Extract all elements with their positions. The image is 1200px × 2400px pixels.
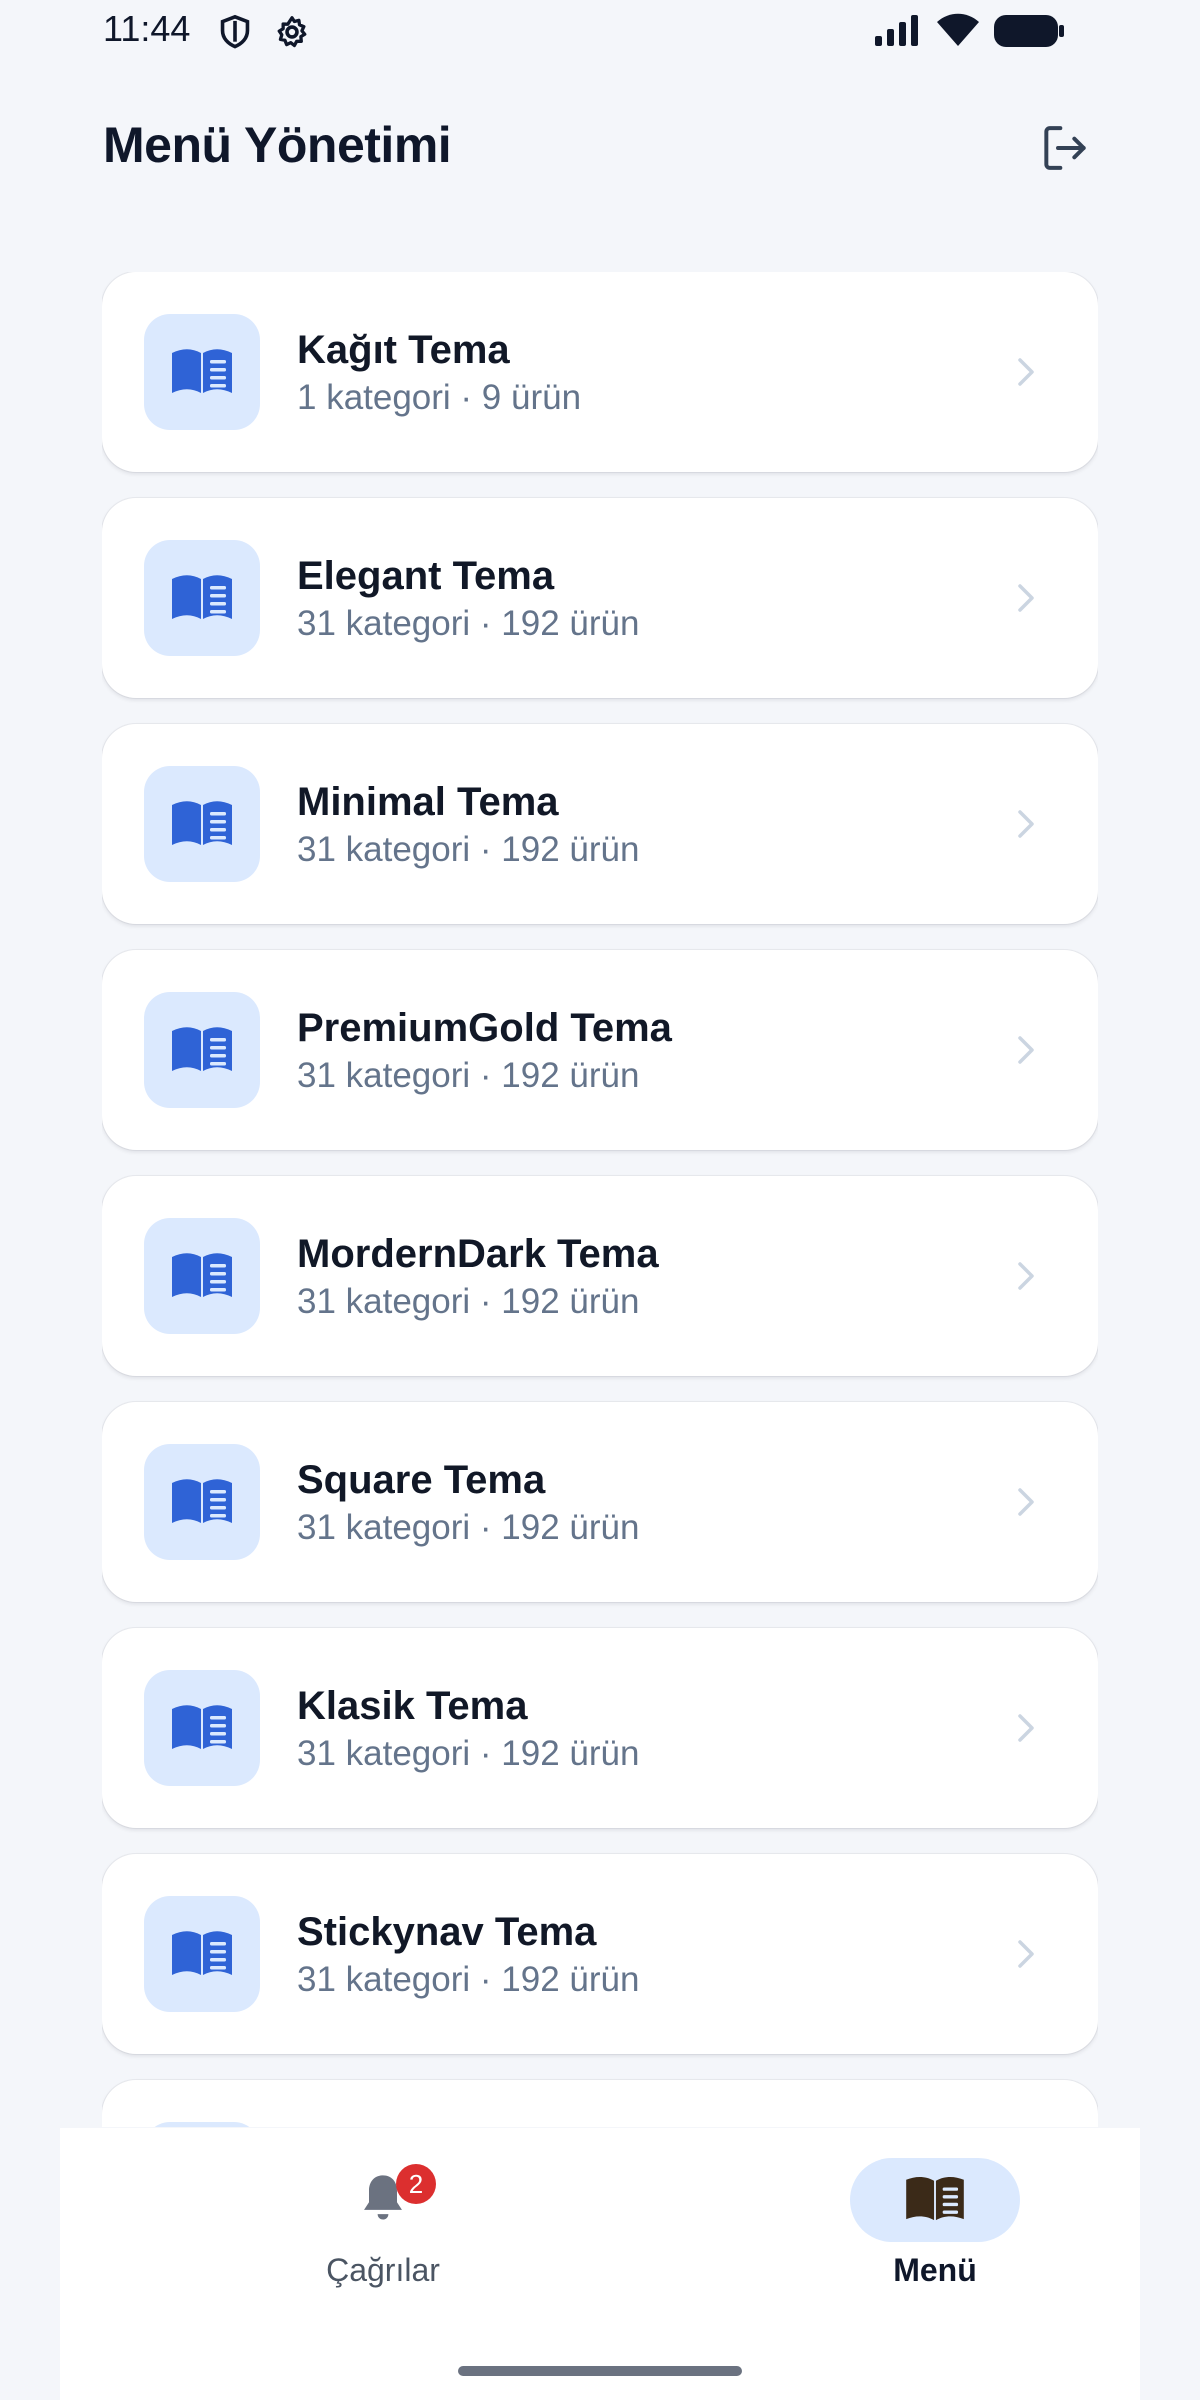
menu-card[interactable]: MordernDark Tema 31 kategori · 192 ürün: [102, 1176, 1098, 1376]
battery-icon: [993, 14, 1065, 48]
menu-card-subtitle: 31 kategori · 192 ürün: [297, 604, 640, 643]
chevron-right-icon: [1014, 580, 1038, 621]
menu-card[interactable]: Stickynav Tema 31 kategori · 192 ürün: [102, 1854, 1098, 2054]
menu-card[interactable]: Elegant Tema 31 kategori · 192 ürün: [102, 498, 1098, 698]
nav-icon-wrap: 2: [298, 2158, 468, 2242]
page-title: Menü Yönetimi: [103, 117, 452, 173]
logout-button[interactable]: [1035, 120, 1095, 180]
menu-card[interactable]: Square Tema 31 kategori · 192 ürün: [102, 1402, 1098, 1602]
menu-card[interactable]: [102, 2080, 1098, 2127]
book-icon: [170, 1249, 234, 1304]
chevron-right-icon: [1014, 1032, 1038, 1073]
gear-icon: [274, 14, 310, 50]
book-icon: [170, 1475, 234, 1530]
menu-card-title: PremiumGold Tema: [297, 1006, 672, 1050]
book-icon: [170, 1023, 234, 1078]
menu-list[interactable]: Kağıt Tema 1 kategori · 9 ürün Elegant T…: [102, 272, 1098, 2127]
menu-card-title: Elegant Tema: [297, 554, 555, 598]
home-indicator[interactable]: [458, 2366, 742, 2376]
chevron-right-icon: [1014, 1484, 1038, 1525]
status-bar: 11:44: [0, 0, 1200, 62]
menu-card-subtitle: 31 kategori · 192 ürün: [297, 1960, 640, 1999]
menu-card-title: Stickynav Tema: [297, 1910, 597, 1954]
nav-label-menu: Menü: [893, 2252, 977, 2288]
menu-card-subtitle: 31 kategori · 192 ürün: [297, 1508, 640, 1547]
book-icon-box: [144, 992, 260, 1108]
notification-badge: 2: [396, 2164, 436, 2204]
book-icon-box: [144, 1670, 260, 1786]
book-icon-box: [144, 1444, 260, 1560]
wifi-icon: [935, 12, 981, 48]
menu-book-icon: [904, 2174, 966, 2227]
menu-card-title: MordernDark Tema: [297, 1232, 659, 1276]
book-icon: [170, 1927, 234, 1982]
menu-card[interactable]: Kağıt Tema 1 kategori · 9 ürün: [102, 272, 1098, 472]
menu-card-title: Minimal Tema: [297, 780, 559, 824]
book-icon: [170, 1701, 234, 1756]
nav-item-menu[interactable]: Menü: [785, 2158, 1085, 2298]
menu-card-subtitle: 31 kategori · 192 ürün: [297, 830, 640, 869]
nav-icon-wrap-active: [850, 2158, 1020, 2242]
book-icon: [170, 571, 234, 626]
menu-card-subtitle: 31 kategori · 192 ürün: [297, 1056, 640, 1095]
book-icon-box: [144, 314, 260, 430]
menu-card-subtitle: 1 kategori · 9 ürün: [297, 378, 582, 417]
logout-icon: [1037, 120, 1093, 181]
menu-card[interactable]: Minimal Tema 31 kategori · 192 ürün: [102, 724, 1098, 924]
menu-card-title: Kağıt Tema: [297, 328, 510, 372]
nav-item-calls[interactable]: 2 Çağrılar: [233, 2158, 533, 2298]
book-icon-box: [144, 540, 260, 656]
book-icon-box: [144, 2122, 260, 2127]
book-icon-box: [144, 1218, 260, 1334]
header: Menü Yönetimi: [0, 100, 1200, 200]
book-icon: [170, 345, 234, 400]
nav-label-calls: Çağrılar: [326, 2252, 440, 2288]
book-icon-box: [144, 766, 260, 882]
menu-card-title: Klasik Tema: [297, 1684, 528, 1728]
chevron-right-icon: [1014, 1936, 1038, 1977]
menu-card[interactable]: Klasik Tema 31 kategori · 192 ürün: [102, 1628, 1098, 1828]
menu-card[interactable]: PremiumGold Tema 31 kategori · 192 ürün: [102, 950, 1098, 1150]
chevron-right-icon: [1014, 1258, 1038, 1299]
shield-icon: [218, 14, 252, 50]
menu-card-subtitle: 31 kategori · 192 ürün: [297, 1282, 640, 1321]
book-icon-box: [144, 1896, 260, 2012]
signal-icon: [873, 14, 921, 48]
status-time: 11:44: [103, 8, 191, 49]
chevron-right-icon: [1014, 354, 1038, 395]
book-icon: [170, 797, 234, 852]
chevron-right-icon: [1014, 1710, 1038, 1751]
chevron-right-icon: [1014, 806, 1038, 847]
bottom-nav: 2 Çağrılar Menü: [60, 2128, 1140, 2400]
menu-card-title: Square Tema: [297, 1458, 546, 1502]
menu-card-subtitle: 31 kategori · 192 ürün: [297, 1734, 640, 1773]
